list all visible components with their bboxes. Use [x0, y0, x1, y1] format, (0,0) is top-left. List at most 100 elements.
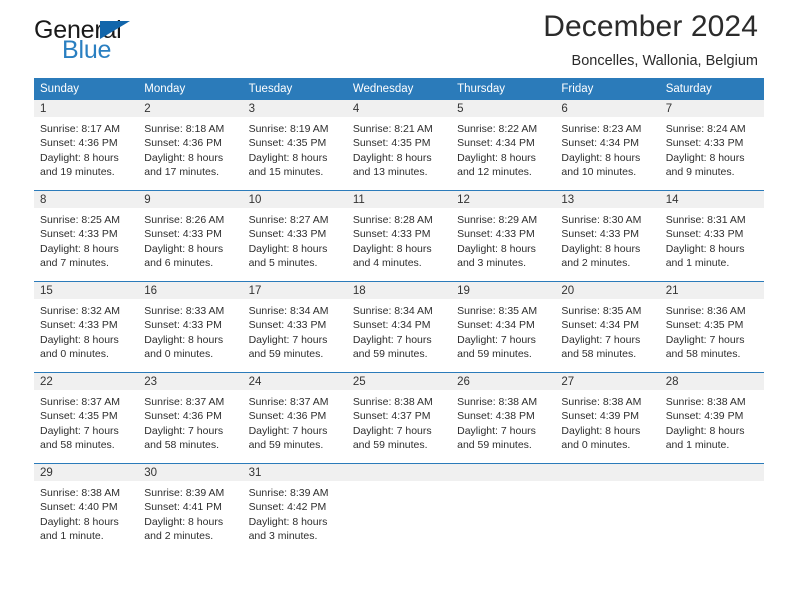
daylight-text-line1: Daylight: 8 hours	[144, 151, 224, 164]
day-cell[interactable]: 12 Sunrise: 8:29 AM Sunset: 4:33 PM Dayl…	[451, 191, 556, 281]
day-cell[interactable]: 10 Sunrise: 8:27 AM Sunset: 4:33 PM Dayl…	[242, 191, 347, 281]
title-block: December 2024 Boncelles, Wallonia, Belgi…	[543, 8, 758, 70]
day-cell[interactable]: 14 Sunrise: 8:31 AM Sunset: 4:33 PM Dayl…	[659, 191, 764, 281]
sunrise-text: Sunrise: 8:38 AM	[665, 396, 746, 408]
sunrise-text: Sunrise: 8:32 AM	[40, 305, 120, 317]
day-cell[interactable]: 3 Sunrise: 8:19 AM Sunset: 4:35 PM Dayli…	[242, 100, 347, 190]
day-number	[346, 464, 452, 481]
day-cell-empty	[346, 464, 452, 554]
day-cell[interactable]: 6 Sunrise: 8:23 AM Sunset: 4:34 PM Dayli…	[555, 100, 660, 190]
day-cell[interactable]: 26 Sunrise: 8:38 AM Sunset: 4:38 PM Dayl…	[451, 373, 556, 463]
sunset-text: Sunset: 4:41 PM	[144, 501, 222, 514]
day-cell[interactable]: 5 Sunrise: 8:22 AM Sunset: 4:34 PM Dayli…	[451, 100, 556, 190]
day-cell[interactable]: 27 Sunrise: 8:38 AM Sunset: 4:39 PM Dayl…	[555, 373, 660, 463]
day-number: 22	[34, 373, 139, 390]
daylight-text-line1: Daylight: 7 hours	[665, 333, 745, 346]
day-cell[interactable]: 4 Sunrise: 8:21 AM Sunset: 4:35 PM Dayli…	[346, 100, 452, 190]
day-cell[interactable]: 11 Sunrise: 8:28 AM Sunset: 4:33 PM Dayl…	[346, 191, 452, 281]
day-cell[interactable]: 17 Sunrise: 8:34 AM Sunset: 4:33 PM Dayl…	[242, 282, 347, 372]
day-cell[interactable]: 8 Sunrise: 8:25 AM Sunset: 4:33 PM Dayli…	[34, 191, 139, 281]
day-cell[interactable]: 22 Sunrise: 8:37 AM Sunset: 4:35 PM Dayl…	[34, 373, 139, 463]
sunset-text: Sunset: 4:33 PM	[665, 228, 744, 241]
sunset-text: Sunset: 4:33 PM	[144, 319, 222, 332]
daylight-text-line1: Daylight: 8 hours	[40, 333, 119, 346]
page-header: General Blue December 2024 Boncelles, Wa…	[34, 0, 758, 74]
day-cell[interactable]: 18 Sunrise: 8:34 AM Sunset: 4:34 PM Dayl…	[346, 282, 452, 372]
day-number	[659, 464, 764, 481]
general-blue-logo[interactable]: General Blue	[34, 18, 244, 70]
day-details: Sunrise: 8:34 AM Sunset: 4:33 PM Dayligh…	[243, 299, 347, 372]
day-cell[interactable]: 20 Sunrise: 8:35 AM Sunset: 4:34 PM Dayl…	[555, 282, 660, 372]
sunset-text: Sunset: 4:37 PM	[352, 410, 431, 423]
daylight-text-line1: Daylight: 8 hours	[665, 424, 745, 437]
daylight-text-line2: and 0 minutes.	[561, 439, 631, 452]
day-details	[555, 481, 659, 554]
day-details: Sunrise: 8:39 AM Sunset: 4:41 PM Dayligh…	[138, 481, 242, 554]
day-cell[interactable]: 23 Sunrise: 8:37 AM Sunset: 4:36 PM Dayl…	[138, 373, 243, 463]
daylight-text-line2: and 59 minutes.	[352, 348, 428, 361]
day-number: 28	[659, 373, 764, 390]
sunrise-text: Sunrise: 8:23 AM	[561, 123, 642, 135]
sunrise-text: Sunrise: 8:28 AM	[352, 214, 433, 226]
day-cell[interactable]: 9 Sunrise: 8:26 AM Sunset: 4:33 PM Dayli…	[138, 191, 243, 281]
sunset-text: Sunset: 4:39 PM	[561, 410, 640, 423]
daylight-text-line2: and 12 minutes.	[457, 166, 532, 179]
daylight-text-line1: Daylight: 8 hours	[144, 515, 224, 528]
daylight-text-line1: Daylight: 7 hours	[248, 333, 328, 346]
day-cell[interactable]: 2 Sunrise: 8:18 AM Sunset: 4:36 PM Dayli…	[138, 100, 243, 190]
day-cell[interactable]: 30 Sunrise: 8:39 AM Sunset: 4:41 PM Dayl…	[138, 464, 243, 554]
daylight-text-line1: Daylight: 8 hours	[352, 151, 432, 164]
day-cell[interactable]: 7 Sunrise: 8:24 AM Sunset: 4:33 PM Dayli…	[659, 100, 764, 190]
day-cell[interactable]: 25 Sunrise: 8:38 AM Sunset: 4:37 PM Dayl…	[346, 373, 452, 463]
day-details: Sunrise: 8:35 AM Sunset: 4:34 PM Dayligh…	[451, 299, 555, 372]
day-number: 14	[659, 191, 764, 208]
daylight-text-line2: and 4 minutes.	[352, 257, 422, 270]
day-details: Sunrise: 8:23 AM Sunset: 4:34 PM Dayligh…	[555, 117, 659, 190]
day-cell[interactable]: 21 Sunrise: 8:36 AM Sunset: 4:35 PM Dayl…	[659, 282, 764, 372]
day-cell[interactable]: 19 Sunrise: 8:35 AM Sunset: 4:34 PM Dayl…	[451, 282, 556, 372]
day-number: 6	[555, 100, 660, 117]
day-cell[interactable]: 15 Sunrise: 8:32 AM Sunset: 4:33 PM Dayl…	[34, 282, 139, 372]
day-cell[interactable]: 1 Sunrise: 8:17 AM Sunset: 4:36 PM Dayli…	[34, 100, 139, 190]
day-cell-empty	[451, 464, 556, 554]
day-number: 1	[34, 100, 139, 117]
day-details	[660, 481, 764, 554]
day-number: 3	[242, 100, 347, 117]
daylight-text-line1: Daylight: 8 hours	[144, 242, 224, 255]
sunset-text: Sunset: 4:36 PM	[144, 137, 222, 150]
day-cell[interactable]: 13 Sunrise: 8:30 AM Sunset: 4:33 PM Dayl…	[555, 191, 660, 281]
day-details: Sunrise: 8:25 AM Sunset: 4:33 PM Dayligh…	[34, 208, 138, 281]
weekday-tuesday: Tuesday	[248, 83, 293, 95]
day-details: Sunrise: 8:34 AM Sunset: 4:34 PM Dayligh…	[347, 299, 451, 372]
day-number: 13	[555, 191, 660, 208]
sunset-text: Sunset: 4:34 PM	[457, 137, 535, 150]
weekday-sunday: Sunday	[40, 83, 80, 95]
day-cell[interactable]: 29 Sunrise: 8:38 AM Sunset: 4:40 PM Dayl…	[34, 464, 139, 554]
week-row: 1 Sunrise: 8:17 AM Sunset: 4:36 PM Dayli…	[34, 100, 764, 190]
daylight-text-line1: Daylight: 7 hours	[40, 424, 119, 437]
day-details: Sunrise: 8:32 AM Sunset: 4:33 PM Dayligh…	[34, 299, 138, 372]
daylight-text-line2: and 58 minutes.	[144, 439, 219, 452]
weekday-saturday: Saturday	[665, 83, 712, 95]
daylight-text-line1: Daylight: 8 hours	[144, 333, 224, 346]
day-number: 23	[138, 373, 243, 390]
day-details: Sunrise: 8:35 AM Sunset: 4:34 PM Dayligh…	[555, 299, 659, 372]
day-cell[interactable]: 24 Sunrise: 8:37 AM Sunset: 4:36 PM Dayl…	[242, 373, 347, 463]
weekday-wednesday: Wednesday	[352, 83, 414, 95]
sunrise-text: Sunrise: 8:18 AM	[144, 123, 225, 135]
daylight-text-line1: Daylight: 8 hours	[40, 515, 119, 528]
daylight-text-line1: Daylight: 8 hours	[352, 242, 432, 255]
day-details: Sunrise: 8:28 AM Sunset: 4:33 PM Dayligh…	[347, 208, 451, 281]
day-cell[interactable]: 31 Sunrise: 8:39 AM Sunset: 4:42 PM Dayl…	[242, 464, 347, 554]
daylight-text-line2: and 59 minutes.	[457, 439, 532, 452]
sunset-text: Sunset: 4:33 PM	[561, 228, 640, 241]
sunset-text: Sunset: 4:35 PM	[40, 410, 118, 423]
day-details: Sunrise: 8:17 AM Sunset: 4:36 PM Dayligh…	[34, 117, 138, 190]
daylight-text-line1: Daylight: 7 hours	[352, 333, 432, 346]
day-cell[interactable]: 16 Sunrise: 8:33 AM Sunset: 4:33 PM Dayl…	[138, 282, 243, 372]
week-row: 8 Sunrise: 8:25 AM Sunset: 4:33 PM Dayli…	[34, 190, 764, 281]
day-cell[interactable]: 28 Sunrise: 8:38 AM Sunset: 4:39 PM Dayl…	[659, 373, 764, 463]
weekday-header-row: Sunday Monday Tuesday Wednesday Thursday…	[34, 78, 764, 100]
day-number	[555, 464, 660, 481]
day-details: Sunrise: 8:21 AM Sunset: 4:35 PM Dayligh…	[347, 117, 451, 190]
